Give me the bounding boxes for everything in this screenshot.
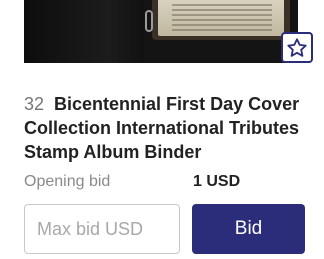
max-bid-input[interactable] [24,204,180,254]
lot-number: 32 [24,94,45,114]
listing-image[interactable] [0,0,324,74]
opening-bid-label: Opening bid [24,173,111,190]
star-outline-icon [287,37,307,57]
listing-title: Bicentennial First Day Cover Collection … [24,94,300,162]
bid-button[interactable]: Bid [192,204,305,254]
opening-bid-value: 1 USD [193,173,241,190]
album-page [158,0,284,36]
listing-card: 32 Bicentennial First Day Cover Collectio… [0,0,324,259]
binder-cover [24,0,144,63]
watch-button[interactable] [281,32,313,63]
binder-ring [145,10,153,32]
binder-photo [24,0,298,63]
listing-title-block[interactable]: 32 Bicentennial First Day Cover Collectio… [24,92,314,164]
page-text-lines [172,4,272,34]
